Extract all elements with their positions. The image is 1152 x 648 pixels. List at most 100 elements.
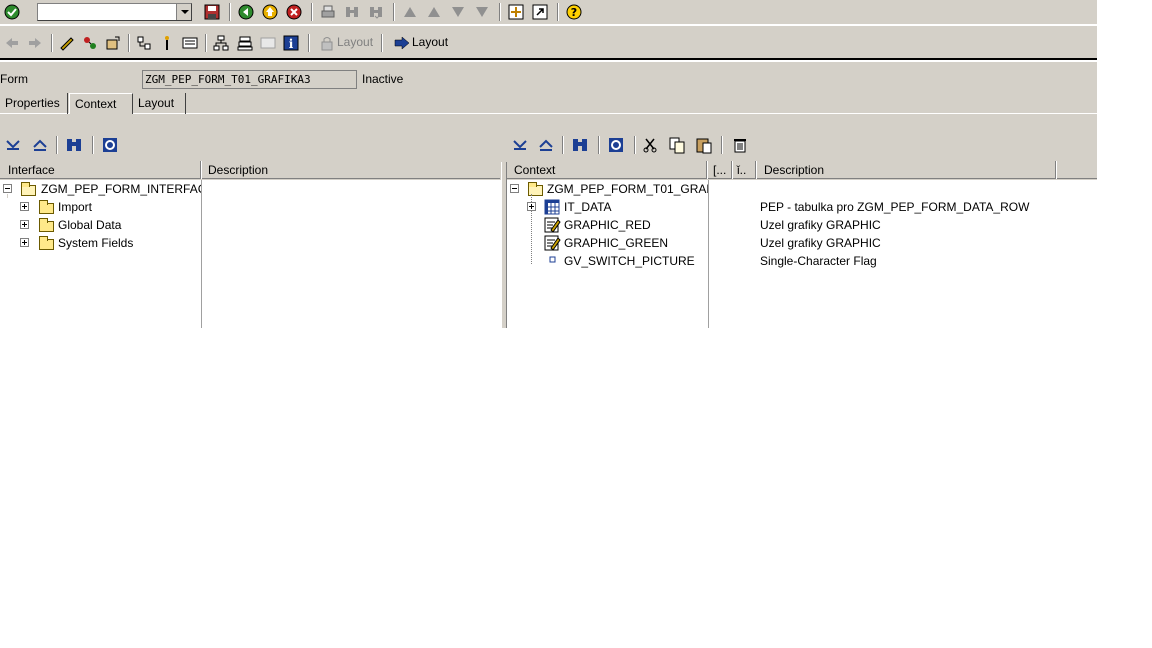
next-page-icon[interactable] bbox=[449, 3, 467, 21]
context-item-graphic-red[interactable]: GRAPHIC_RED Uzel grafiky GRAPHIC bbox=[507, 216, 1097, 234]
context-item-gv-switch-picture[interactable]: GV_SWITCH_PICTURE Single-Character Flag bbox=[507, 252, 1097, 270]
table-icon bbox=[544, 199, 560, 215]
find-next-icon[interactable] bbox=[367, 3, 385, 21]
collapse-all-icon[interactable] bbox=[537, 136, 555, 154]
refresh-icon[interactable] bbox=[101, 136, 119, 154]
expand-icon[interactable] bbox=[20, 220, 29, 229]
tab-context[interactable]: Context bbox=[69, 93, 133, 114]
save-icon[interactable] bbox=[203, 3, 221, 21]
tree-root-label: ZGM_PEP_FORM_INTERFACE_ bbox=[41, 182, 201, 196]
column-divider[interactable] bbox=[1055, 161, 1057, 179]
tab-properties[interactable]: Properties bbox=[0, 93, 68, 114]
paste-icon[interactable] bbox=[695, 136, 713, 154]
cancel-icon[interactable] bbox=[285, 3, 303, 21]
collapse-icon[interactable] bbox=[510, 184, 519, 193]
last-page-icon[interactable] bbox=[473, 3, 491, 21]
graphic-node-icon bbox=[544, 235, 561, 251]
context-item-it-data[interactable]: IT_DATA PEP - tabulka pro ZGM_PEP_FORM_D… bbox=[507, 198, 1097, 216]
chevron-down-icon[interactable] bbox=[176, 4, 191, 20]
layout-button-label: Layout bbox=[412, 35, 449, 49]
expand-icon[interactable] bbox=[527, 202, 536, 211]
context-root[interactable]: ZGM_PEP_FORM_T01_GRAFI bbox=[507, 180, 708, 198]
back-icon[interactable] bbox=[237, 3, 255, 21]
column-separator bbox=[201, 180, 202, 328]
shortcut-icon[interactable] bbox=[531, 3, 549, 21]
layout-button[interactable]: Layout bbox=[393, 32, 451, 54]
folder-open-icon bbox=[21, 182, 36, 196]
tree-structure-icon[interactable] bbox=[212, 34, 230, 52]
context-column-header: Context [... ǐ.. Description bbox=[507, 161, 1097, 179]
expand-all-icon[interactable] bbox=[4, 136, 22, 154]
check-icon[interactable] bbox=[104, 34, 122, 52]
toolbar-separator bbox=[51, 34, 53, 52]
context-tree: ZGM_PEP_FORM_T01_GRAFI IT_DATA PEP - tab… bbox=[507, 180, 1097, 328]
cut-icon[interactable] bbox=[641, 136, 659, 154]
application-toolbar: i Layout Layout bbox=[0, 26, 1097, 60]
form-status: Inactive bbox=[362, 72, 404, 86]
column-title-short-2[interactable]: ǐ.. bbox=[737, 163, 746, 177]
tab-layout[interactable]: Layout bbox=[133, 93, 186, 114]
arrow-right-icon[interactable] bbox=[26, 34, 44, 52]
description-column-title[interactable]: Description bbox=[208, 163, 268, 177]
enter-check-icon[interactable] bbox=[3, 3, 21, 21]
exit-icon[interactable] bbox=[261, 3, 279, 21]
create-session-icon[interactable] bbox=[507, 3, 525, 21]
arrow-left-icon[interactable] bbox=[3, 34, 21, 52]
form-name-field[interactable]: ZGM_PEP_FORM_T01_GRAFIKA3 bbox=[142, 70, 357, 89]
toolbar-separator bbox=[721, 136, 723, 154]
copy-icon[interactable] bbox=[668, 136, 686, 154]
hierarchy-icon[interactable] bbox=[135, 34, 153, 52]
arrow-right-icon bbox=[394, 36, 410, 50]
context-item-graphic-green[interactable]: GRAPHIC_GREEN Uzel grafiky GRAPHIC bbox=[507, 234, 1097, 252]
graphic-node-icon bbox=[544, 217, 561, 233]
context-item-label: GV_SWITCH_PICTURE bbox=[564, 254, 695, 268]
tree-item-label: Import bbox=[58, 200, 93, 214]
layout-disabled-button[interactable]: Layout bbox=[318, 32, 376, 54]
find-icon[interactable] bbox=[571, 136, 589, 154]
change-pencil-icon[interactable] bbox=[58, 34, 76, 52]
tree-item-import[interactable]: Import bbox=[0, 198, 201, 216]
column-divider[interactable] bbox=[755, 161, 757, 179]
tree-item-system-fields[interactable]: System Fields bbox=[0, 234, 201, 252]
collapse-icon[interactable] bbox=[3, 184, 12, 193]
column-title-short-1[interactable]: [... bbox=[713, 163, 726, 177]
context-item-label: IT_DATA bbox=[564, 200, 612, 214]
help-icon[interactable]: ? bbox=[565, 3, 583, 21]
expand-icon[interactable] bbox=[20, 202, 29, 211]
system-toolbar: ? bbox=[0, 0, 1097, 25]
context-item-description: Uzel grafiky GRAPHIC bbox=[760, 218, 881, 232]
where-used-icon[interactable] bbox=[158, 34, 176, 52]
folder-icon bbox=[39, 200, 54, 214]
column-divider[interactable] bbox=[706, 161, 708, 179]
delete-icon[interactable] bbox=[731, 136, 749, 154]
tab-strip: Properties Context Layout bbox=[0, 92, 1097, 114]
interface-column-title[interactable]: Interface bbox=[8, 163, 55, 177]
command-field[interactable] bbox=[37, 3, 192, 21]
expand-all-icon[interactable] bbox=[511, 136, 529, 154]
collapse-all-icon[interactable] bbox=[31, 136, 49, 154]
context-item-description: Uzel grafiky GRAPHIC bbox=[760, 236, 881, 250]
find-icon[interactable] bbox=[65, 136, 83, 154]
info-icon[interactable]: i bbox=[282, 34, 300, 52]
first-page-icon[interactable] bbox=[401, 3, 419, 21]
tree-item-global-data[interactable]: Global Data bbox=[0, 216, 201, 234]
tree-item-label: System Fields bbox=[58, 236, 134, 250]
activate-icon[interactable] bbox=[81, 34, 99, 52]
context-column-title[interactable]: Context bbox=[514, 163, 555, 177]
table-view-icon[interactable] bbox=[259, 34, 277, 52]
find-icon[interactable] bbox=[343, 3, 361, 21]
toolbar-separator bbox=[92, 136, 94, 154]
tree-root[interactable]: ZGM_PEP_FORM_INTERFACE_ bbox=[0, 180, 201, 198]
refresh-icon[interactable] bbox=[607, 136, 625, 154]
svg-text:?: ? bbox=[571, 6, 577, 19]
column-divider[interactable] bbox=[731, 161, 733, 179]
previous-page-icon[interactable] bbox=[425, 3, 443, 21]
print-icon[interactable] bbox=[319, 3, 337, 21]
column-divider[interactable] bbox=[200, 161, 202, 179]
stack-icon[interactable] bbox=[236, 34, 254, 52]
context-item-description: PEP - tabulka pro ZGM_PEP_FORM_DATA_ROW bbox=[760, 200, 1030, 214]
display-object-list-icon[interactable] bbox=[181, 34, 199, 52]
expand-icon[interactable] bbox=[20, 238, 29, 247]
toolbar-separator bbox=[205, 34, 207, 52]
context-description-column-title[interactable]: Description bbox=[764, 163, 824, 177]
